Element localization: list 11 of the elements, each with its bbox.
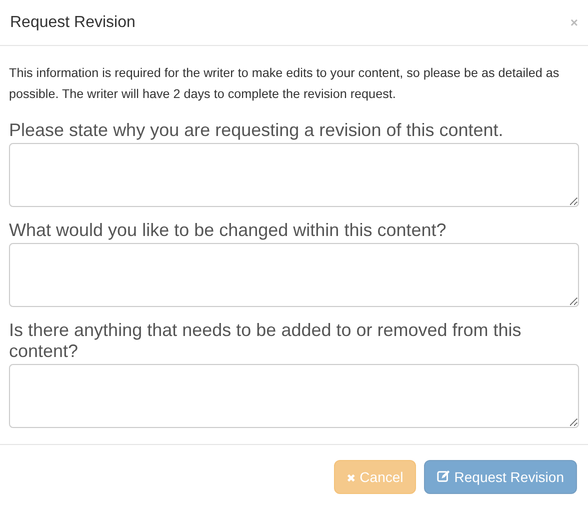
answer-box[interactable] [9, 364, 579, 428]
intro-text: This information is required for the writer to make edits to your content, so please be as detailed as possible. The writer will have 2 days to complete the revision request. [9, 65, 560, 103]
question-label: What would you like to be changed within this content? [9, 220, 448, 241]
question-label: Please state why you are requesting a revision of this content. [9, 120, 504, 141]
edit-icon [437, 470, 450, 483]
dialog-title: Request Revision [10, 12, 136, 32]
answer-box[interactable] [9, 243, 579, 307]
answer-box[interactable] [9, 143, 579, 207]
close-button[interactable]: × [570, 12, 578, 32]
cancel-icon: ✖ [346, 473, 356, 485]
question-label: Is there anything that needs to be added to or removed from this content? [9, 320, 522, 362]
